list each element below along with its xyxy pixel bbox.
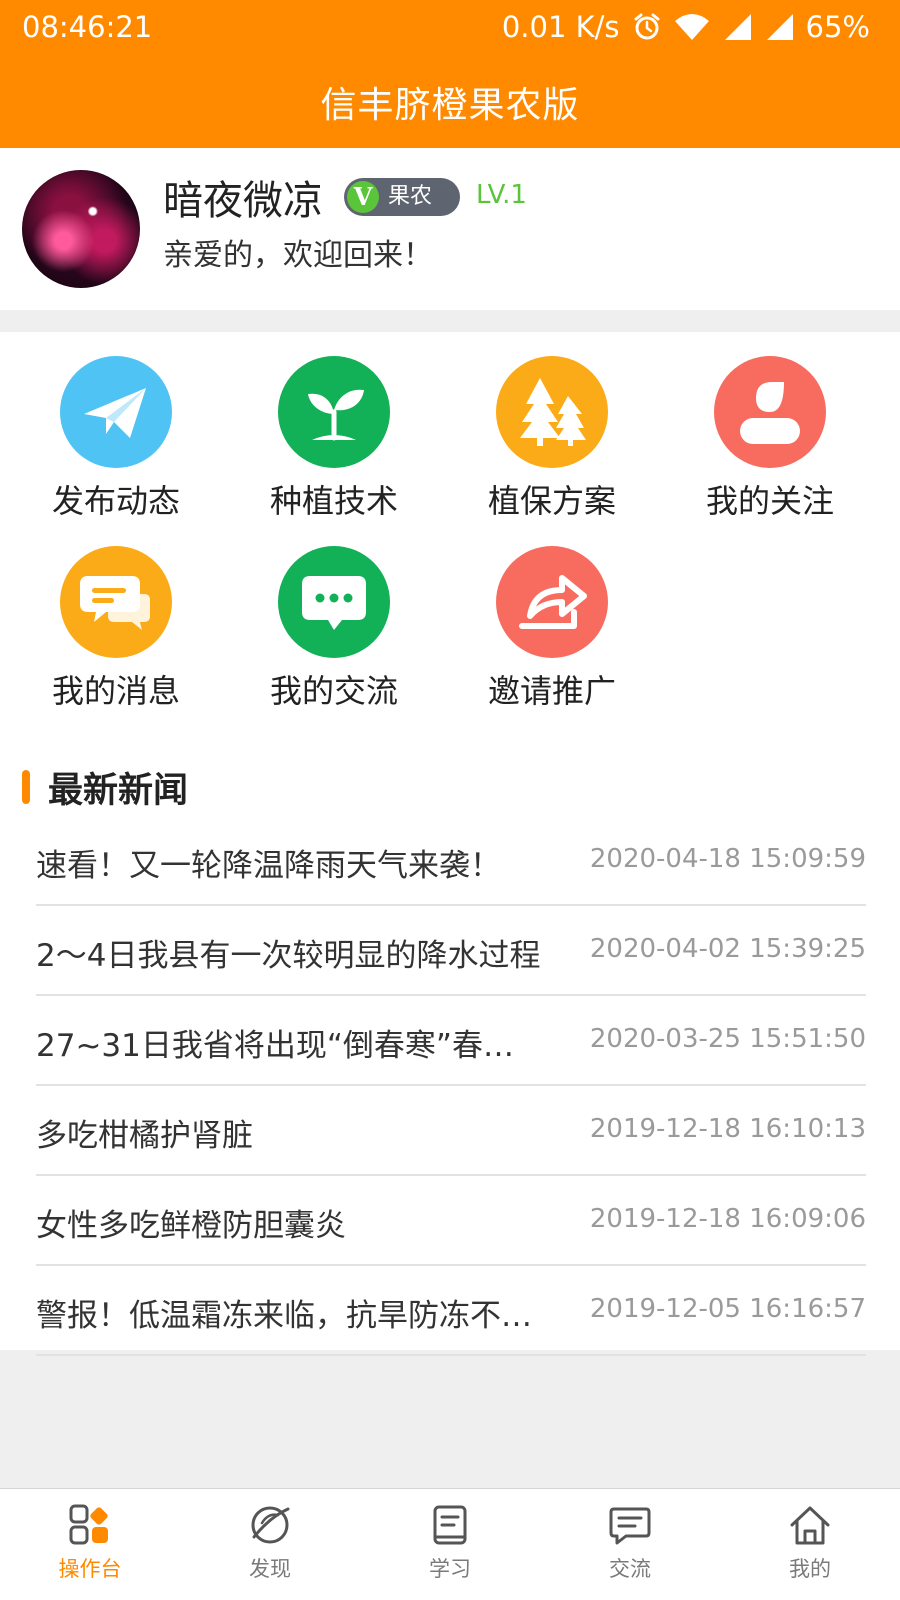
nav-item-study[interactable]: 学习 bbox=[360, 1489, 540, 1600]
grid-item-exchange[interactable]: 我的交流 bbox=[244, 522, 424, 710]
news-item[interactable]: 女性多吃鲜橙防胆囊炎 2019-12-18 16:09:06 bbox=[36, 1176, 866, 1266]
chat-icon bbox=[608, 1503, 652, 1547]
grid-item-label: 我的交流 bbox=[269, 672, 398, 710]
paper-plane-icon bbox=[60, 356, 172, 468]
function-grid: 发布动态 种植技术 植保方案 我的关注 我的消息 我的交流 邀请推广 bbox=[0, 332, 900, 722]
news-item-time: 2020-04-02 15:39:25 bbox=[589, 934, 866, 964]
status-bar: 08:46:21 0.01 K/s 65% bbox=[0, 0, 900, 56]
status-indicators: 0.01 K/s 65% bbox=[502, 10, 870, 44]
grid-item-planting[interactable]: 种植技术 bbox=[244, 332, 424, 520]
screen: 08:46:21 0.01 K/s 65% 信丰脐橙果农版 暗夜微凉 V 果农 … bbox=[0, 0, 900, 1600]
message-dots-icon bbox=[278, 546, 390, 658]
welcome-text: 亲爱的，欢迎回来！ bbox=[163, 238, 433, 273]
app-header: 08:46:21 0.01 K/s 65% 信丰脐橙果农版 bbox=[0, 0, 900, 148]
nav-label: 交流 bbox=[609, 1557, 651, 1581]
grid-item-label: 发布动态 bbox=[51, 482, 180, 520]
news-section: 最新新闻 速看！又一轮降温降雨天气来袭！ 2020-04-18 15:09:59… bbox=[0, 722, 900, 1356]
nav-item-dashboard[interactable]: 操作台 bbox=[0, 1489, 180, 1600]
home-icon bbox=[788, 1503, 832, 1547]
news-item[interactable]: 速看！又一轮降温降雨天气来袭！ 2020-04-18 15:09:59 bbox=[36, 816, 866, 906]
news-item-title: 女性多吃鲜橙防胆囊炎 bbox=[36, 1208, 346, 1244]
news-item-time: 2020-04-18 15:09:59 bbox=[589, 844, 866, 874]
nav-item-exchange[interactable]: 交流 bbox=[540, 1489, 720, 1600]
news-item-title: 2～4日我县有一次较明显的降水过程 bbox=[36, 938, 541, 974]
news-item[interactable]: 多吃柑橘护肾脏 2019-12-18 16:10:13 bbox=[36, 1086, 866, 1176]
news-item[interactable]: 警报！低温霜冻来临，抗旱防冻不… 2019-12-05 16:16:57 bbox=[36, 1266, 866, 1356]
news-item-title: 多吃柑橘护肾脏 bbox=[36, 1118, 253, 1154]
avatar[interactable] bbox=[22, 170, 140, 288]
news-item-title: 27~31日我省将出现“倒春寒”春… bbox=[36, 1028, 514, 1064]
role-badge: V 果农 bbox=[344, 178, 460, 216]
news-item[interactable]: 27~31日我省将出现“倒春寒”春… 2020-03-25 15:51:50 bbox=[36, 996, 866, 1086]
person-icon bbox=[714, 356, 826, 468]
section-accent-bar bbox=[22, 770, 30, 804]
level-label: LV.1 bbox=[476, 180, 527, 210]
news-item-title: 警报！低温霜冻来临，抗旱防冻不… bbox=[36, 1298, 532, 1334]
battery-level: 65% bbox=[805, 10, 870, 44]
news-item-time: 2019-12-05 16:16:57 bbox=[589, 1294, 866, 1324]
sprout-icon bbox=[278, 356, 390, 468]
news-item-title: 速看！又一轮降温降雨天气来袭！ bbox=[36, 848, 501, 884]
dashboard-icon bbox=[68, 1503, 112, 1547]
news-section-title: 最新新闻 bbox=[48, 771, 189, 811]
network-speed: 0.01 K/s bbox=[501, 10, 620, 44]
news-item-time: 2019-12-18 16:09:06 bbox=[589, 1204, 866, 1234]
grid-item-invite[interactable]: 邀请推广 bbox=[462, 522, 642, 710]
trees-icon bbox=[496, 356, 608, 468]
nav-item-mine[interactable]: 我的 bbox=[720, 1489, 900, 1600]
grid-item-label: 邀请推广 bbox=[487, 672, 616, 710]
grid-item-post[interactable]: 发布动态 bbox=[26, 332, 206, 520]
grid-item-following[interactable]: 我的关注 bbox=[680, 332, 860, 520]
chat-bubbles-icon bbox=[60, 546, 172, 658]
grid-item-messages[interactable]: 我的消息 bbox=[26, 522, 206, 710]
wifi-icon bbox=[674, 13, 710, 41]
planet-icon bbox=[248, 1503, 292, 1547]
nav-label: 发现 bbox=[249, 1557, 291, 1581]
grid-item-label: 我的关注 bbox=[705, 482, 834, 520]
grid-item-label: 种植技术 bbox=[269, 482, 398, 520]
username: 暗夜微凉 bbox=[163, 178, 323, 224]
signal-icon-2 bbox=[764, 13, 794, 41]
nav-item-discover[interactable]: 发现 bbox=[180, 1489, 360, 1600]
news-list: 速看！又一轮降温降雨天气来袭！ 2020-04-18 15:09:59 2～4日… bbox=[36, 816, 866, 1356]
book-icon bbox=[428, 1503, 472, 1547]
share-arrow-icon bbox=[496, 546, 608, 658]
alarm-icon bbox=[632, 12, 662, 42]
news-item-time: 2019-12-18 16:10:13 bbox=[589, 1114, 866, 1144]
bottom-nav: 操作台 发现 学习 交流 我的 bbox=[0, 1488, 900, 1600]
role-badge-label: 果农 bbox=[388, 184, 433, 209]
news-item[interactable]: 2～4日我县有一次较明显的降水过程 2020-04-02 15:39:25 bbox=[36, 906, 866, 996]
nav-label: 操作台 bbox=[58, 1557, 122, 1581]
profile-card[interactable]: 暗夜微凉 V 果农 LV.1 亲爱的，欢迎回来！ bbox=[0, 148, 900, 310]
signal-icon bbox=[722, 13, 752, 41]
grid-item-label: 植保方案 bbox=[487, 482, 616, 520]
page-title: 信丰脐橙果农版 bbox=[320, 85, 580, 126]
nav-label: 我的 bbox=[789, 1557, 831, 1581]
status-time: 08:46:21 bbox=[22, 10, 153, 44]
grid-item-protection[interactable]: 植保方案 bbox=[462, 332, 642, 520]
news-item-time: 2020-03-25 15:51:50 bbox=[589, 1024, 866, 1054]
verified-icon: V bbox=[347, 181, 379, 213]
nav-label: 学习 bbox=[429, 1557, 471, 1581]
grid-item-label: 我的消息 bbox=[51, 672, 180, 710]
